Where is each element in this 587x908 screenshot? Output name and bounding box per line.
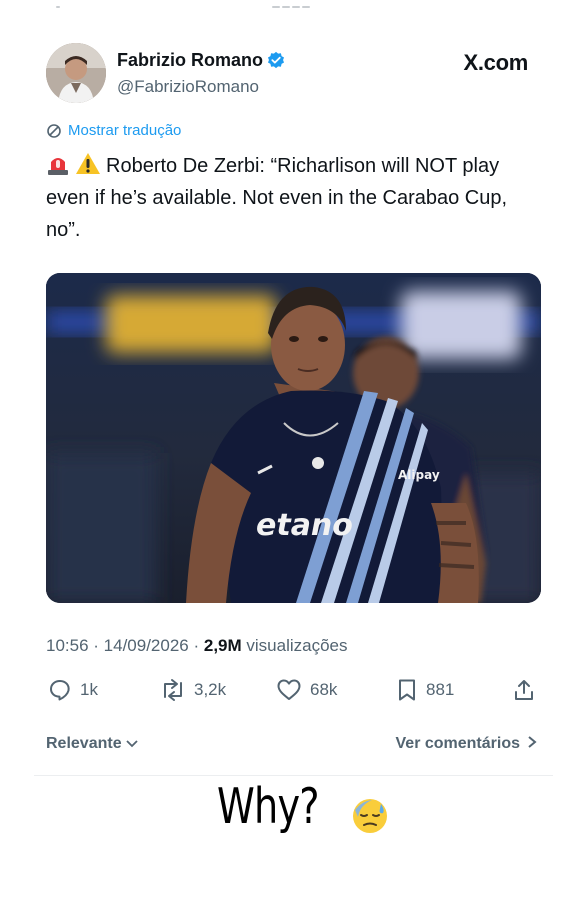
views-count: 2,9M bbox=[203, 636, 242, 655]
translate-link[interactable]: Mostrar tradução bbox=[46, 122, 181, 139]
sleeve-sponsor-text: Alipay bbox=[398, 468, 440, 482]
share-icon bbox=[515, 680, 533, 700]
tweet-card[interactable]: Fabrizio Romano @FabrizioRomano X.com Mo… bbox=[34, 22, 553, 774]
sort-dropdown[interactable]: Relevante bbox=[46, 735, 139, 753]
story-progress-bars bbox=[50, 2, 540, 16]
avatar[interactable] bbox=[46, 43, 106, 103]
like-count: 68k bbox=[310, 680, 338, 699]
like-button[interactable]: 68k bbox=[276, 678, 337, 702]
like-icon bbox=[277, 679, 301, 700]
card-divider bbox=[34, 775, 553, 776]
author-name[interactable]: Fabrizio Romano bbox=[117, 50, 285, 71]
warning-emoji-icon bbox=[76, 153, 100, 174]
author-handle[interactable]: @FabrizioRomano bbox=[117, 77, 259, 97]
bookmark-button[interactable]: 881 bbox=[396, 678, 454, 702]
chevron-down-icon bbox=[125, 740, 138, 748]
view-comments-link[interactable]: Ver comentários bbox=[396, 735, 540, 753]
sweat-face-emoji-icon bbox=[353, 799, 387, 833]
share-button[interactable] bbox=[512, 678, 544, 702]
tweet-text: Roberto De Zerbi: “Richarlison will NOT … bbox=[46, 150, 536, 246]
story-caption: Why? bbox=[217, 778, 320, 835]
chevron-right-icon bbox=[528, 736, 537, 748]
site-label: X.com bbox=[463, 50, 528, 75]
reply-count: 1k bbox=[80, 680, 98, 699]
sponsor-text: etano bbox=[256, 508, 353, 543]
verified-badge-icon bbox=[267, 51, 285, 69]
tweet-time[interactable]: 10:56 bbox=[46, 636, 89, 655]
reply-icon bbox=[50, 680, 70, 701]
views-label: visualizações bbox=[246, 636, 348, 655]
tweet-actions: 1k 3,2k 68k 881 bbox=[46, 678, 541, 706]
translate-icon bbox=[47, 123, 61, 138]
bookmark-icon bbox=[399, 679, 415, 701]
tweet-photo[interactable]: etano Alipay bbox=[46, 273, 541, 603]
repost-icon bbox=[164, 679, 182, 701]
repost-count: 3,2k bbox=[194, 680, 227, 699]
tweet-date[interactable]: 14/09/2026 bbox=[104, 636, 189, 655]
repost-button[interactable]: 3,2k bbox=[160, 678, 226, 702]
bookmark-count: 881 bbox=[426, 680, 455, 699]
siren-emoji-icon bbox=[48, 158, 68, 175]
tweet-meta: 10:56 · 14/09/2026 · 2,9M visualizações bbox=[46, 636, 348, 655]
reply-button[interactable]: 1k bbox=[48, 678, 98, 702]
